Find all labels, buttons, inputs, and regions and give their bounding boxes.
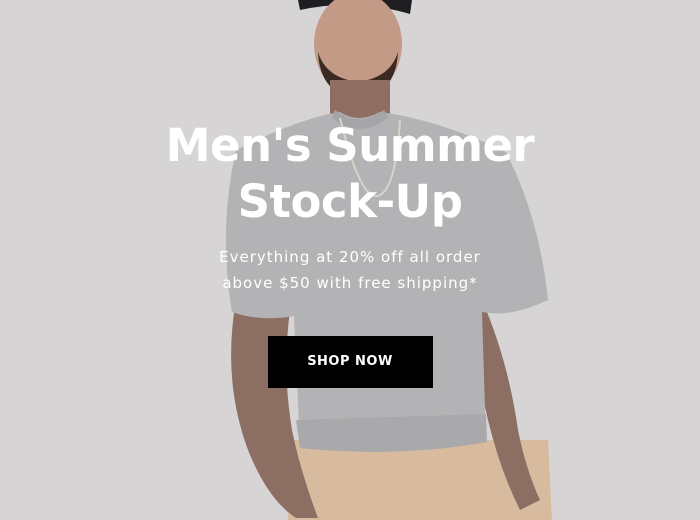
hero-subtitle-line: Everything at 20% off all order [219, 248, 481, 266]
hero-title: Men's Summer Stock-Up [0, 118, 700, 230]
hero-title-line: Stock-Up [237, 175, 463, 228]
hero-banner: Men's Summer Stock-Up Everything at 20% … [0, 0, 700, 520]
hero-content: Men's Summer Stock-Up Everything at 20% … [0, 118, 700, 388]
hero-subtitle: Everything at 20% off all order above $5… [140, 244, 560, 296]
shop-now-button[interactable]: SHOP NOW [267, 336, 433, 388]
hero-title-line: Men's Summer [165, 119, 535, 172]
hero-subtitle-line: above $50 with free shipping* [222, 274, 478, 292]
